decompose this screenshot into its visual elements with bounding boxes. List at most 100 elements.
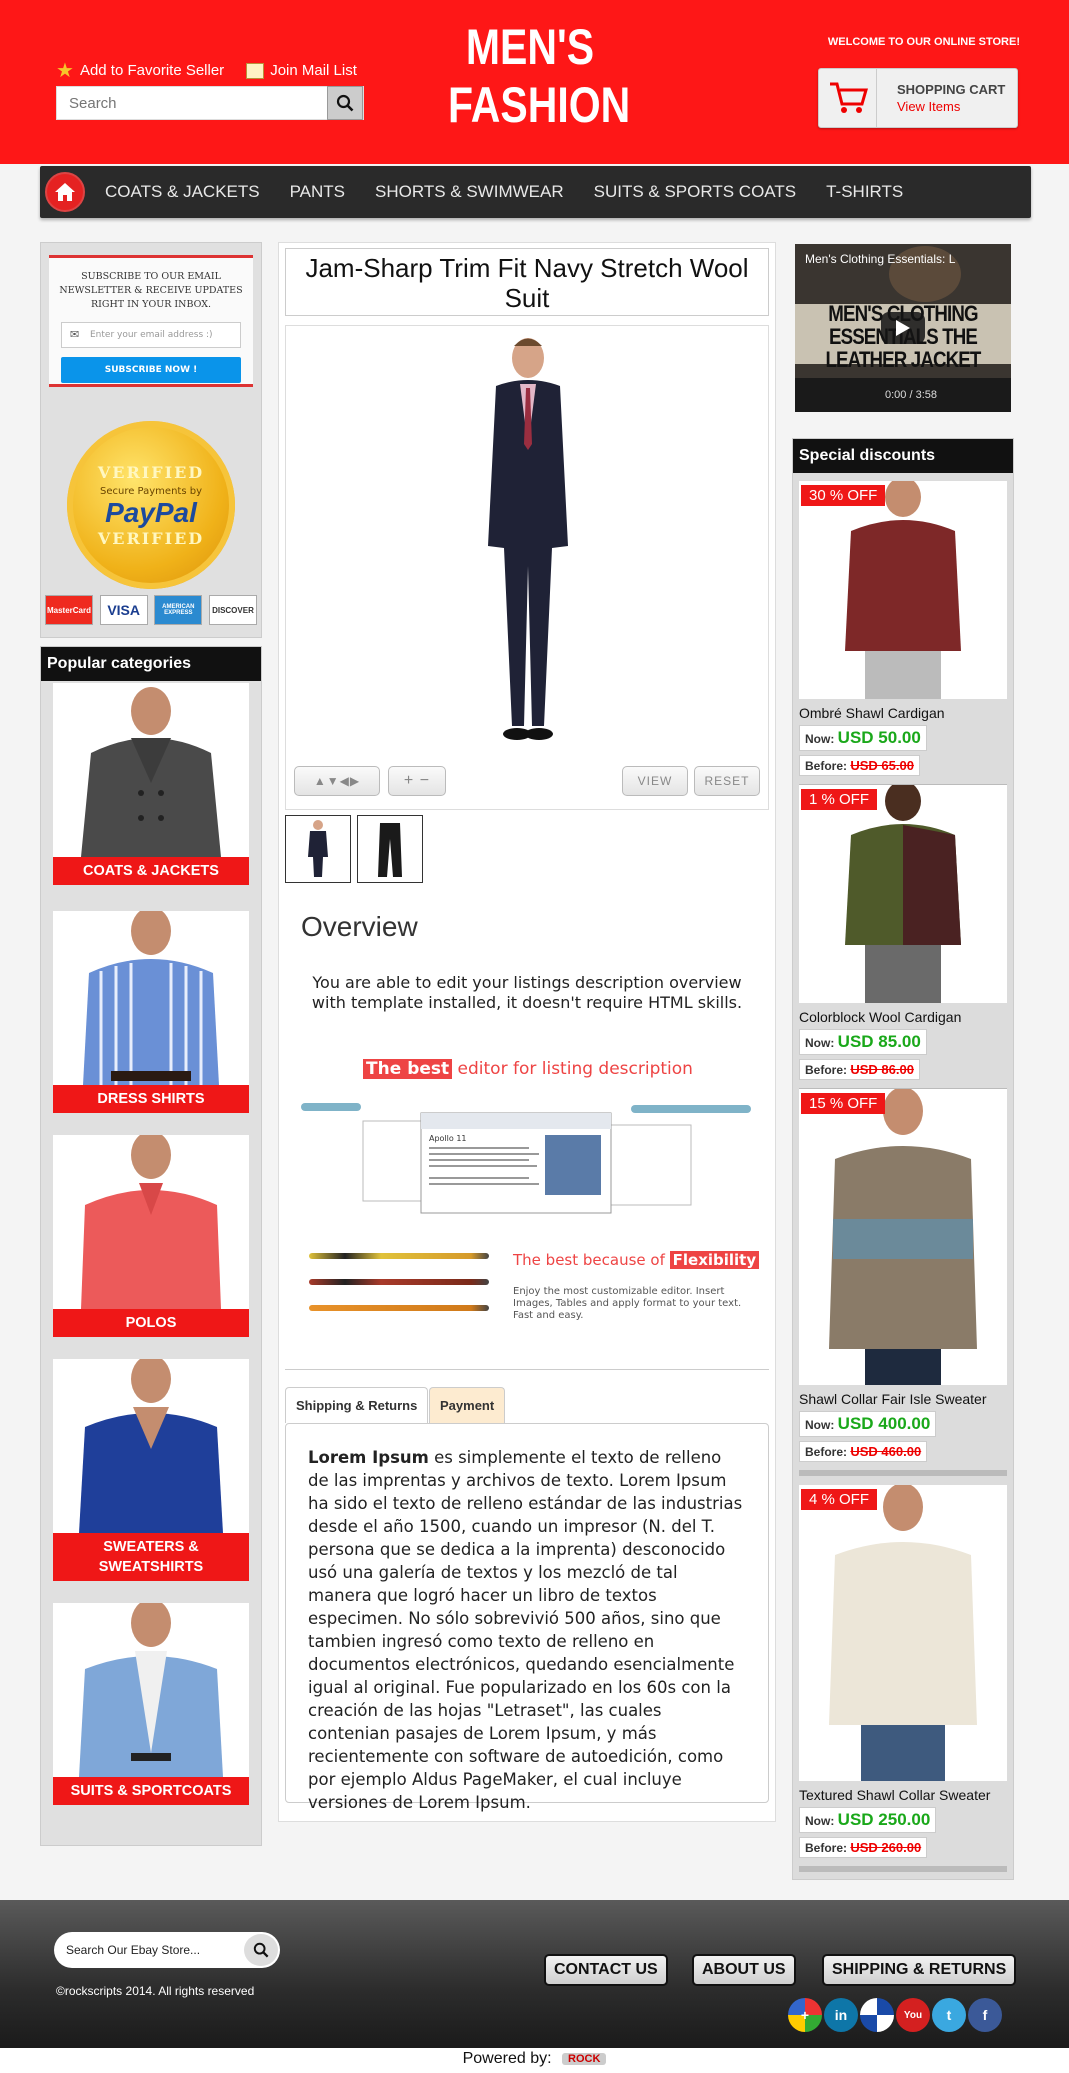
add-favorite-link[interactable]: ★ Add to Favorite Seller xyxy=(56,58,224,83)
price-before: Before: USD 86.00 xyxy=(799,1059,920,1080)
product-image xyxy=(488,338,568,740)
facebook-icon[interactable]: f xyxy=(968,1998,1002,2032)
home-button[interactable] xyxy=(45,172,85,212)
category-dress-shirts[interactable]: DRESS SHIRTS xyxy=(53,911,249,1113)
subscribe-button[interactable]: SUBSCRIBE NOW ! xyxy=(61,357,241,383)
flexibility-text: Enjoy the most customizable editor. Inse… xyxy=(513,1286,742,1321)
footer-search-placeholder: Search Our Ebay Store... xyxy=(66,1943,201,1957)
footer: Search Our Ebay Store... ©rockscripts 20… xyxy=(0,1900,1069,2050)
discount-badge: 15 % OFF xyxy=(801,1093,886,1114)
footer-search-button[interactable] xyxy=(244,1934,278,1966)
play-icon[interactable] xyxy=(881,312,925,344)
overview-heading: Overview xyxy=(301,911,418,942)
cart-title: SHOPPING CART xyxy=(897,82,1006,97)
ombre-cardigan-photo: 30 % OFF xyxy=(799,481,1007,699)
product-image-viewer[interactable]: ▲▼◀▶ + − VIEW RESET xyxy=(285,325,769,810)
view-button[interactable]: VIEW xyxy=(622,766,688,796)
search-icon xyxy=(253,1942,269,1958)
about-us-button[interactable]: ABOUT US xyxy=(692,1954,796,1986)
add-favorite-label: Add to Favorite Seller xyxy=(79,62,225,79)
category-polos[interactable]: POLOS xyxy=(53,1135,249,1337)
linkedin-icon[interactable]: in xyxy=(824,1998,858,2032)
mail-icon xyxy=(246,62,265,79)
popular-categories-title: Popular categories xyxy=(41,647,261,681)
powered-label: Powered by: xyxy=(462,2050,552,2067)
nav-coats-jackets[interactable]: COATS & JACKETS xyxy=(105,182,260,202)
before-price: USD 65.00 xyxy=(850,758,914,773)
pan-controls[interactable]: ▲▼◀▶ xyxy=(294,766,380,796)
category-label: POLOS xyxy=(53,1309,249,1337)
discount-item[interactable]: 30 % OFF Ombré Shawl Cardigan Now: USD 5… xyxy=(799,481,1007,790)
thumbnail-pants[interactable] xyxy=(357,815,423,883)
join-mail-link[interactable]: Join Mail List xyxy=(246,58,357,83)
before-price: USD 86.00 xyxy=(850,1062,914,1077)
nav-pants[interactable]: PANTS xyxy=(290,182,345,202)
seal-top-text: VERIFIED xyxy=(97,462,205,482)
tab-text-bold: Lorem Ipsum xyxy=(308,1448,429,1467)
now-label: Now: xyxy=(805,1418,835,1432)
tab-panel: Lorem Ipsum es simplemente el texto de r… xyxy=(285,1423,769,1812)
search-button[interactable] xyxy=(327,86,363,120)
now-price: USD 50.00 xyxy=(837,728,921,747)
now-price: USD 85.00 xyxy=(837,1032,921,1051)
category-suits-sportcoats[interactable]: SUITS & SPORTCOATS xyxy=(53,1603,249,1805)
search-input[interactable] xyxy=(57,87,327,119)
before-price: USD 460.00 xyxy=(850,1444,922,1459)
discount-badge: 30 % OFF xyxy=(801,485,886,506)
cart-view-items: View Items xyxy=(897,99,961,114)
shirt-photo xyxy=(53,911,249,1085)
shopping-cart-button[interactable]: SHOPPING CART View Items xyxy=(818,68,1018,128)
logo-line1: MEN'S xyxy=(465,19,595,75)
rock-logo[interactable]: ROCK xyxy=(562,2052,607,2065)
contact-us-button[interactable]: CONTACT US xyxy=(544,1954,668,1986)
polo-photo xyxy=(53,1135,249,1309)
thumbnail-suit[interactable] xyxy=(285,815,351,883)
newsletter-email-input[interactable]: Enter your email address :) xyxy=(61,322,241,348)
discount-item[interactable]: 15 % OFF Shawl Collar Fair Isle Sweater … xyxy=(799,1089,1007,1476)
powered-by: Powered by: ROCK xyxy=(0,2048,1069,2073)
discount-item[interactable]: 4 % OFF Textured Shawl Collar Sweater No… xyxy=(799,1485,1007,1872)
special-discounts-title: Special discounts xyxy=(793,439,1013,473)
category-coats-jackets[interactable]: COATS & JACKETS xyxy=(53,683,249,885)
discount-name: Colorblock Wool Cardigan xyxy=(799,1009,962,1025)
tab-text: es simplemente el texto de relleno de la… xyxy=(308,1448,743,1812)
overview-text: You are able to edit your listings descr… xyxy=(311,973,743,1012)
category-label: COATS & JACKETS xyxy=(53,857,249,885)
reset-button[interactable]: RESET xyxy=(694,766,760,796)
shipping-returns-button[interactable]: SHIPPING & RETURNS xyxy=(822,1954,1017,1986)
coat-photo xyxy=(53,683,249,857)
youtube-icon[interactable]: You xyxy=(896,1998,930,2032)
twitter-icon[interactable]: t xyxy=(932,1998,966,2032)
before-label: Before: xyxy=(805,1841,848,1855)
textured-sweater-photo: 4 % OFF xyxy=(799,1485,1007,1781)
delicious-icon[interactable] xyxy=(860,1998,894,2032)
video-player[interactable]: Men's Clothing Essentials: L MEN'S CLOTH… xyxy=(795,244,1011,412)
header: ★ Add to Favorite Seller Join Mail List … xyxy=(0,0,1069,164)
zoom-controls[interactable]: + − xyxy=(388,766,446,796)
price-before: Before: USD 260.00 xyxy=(799,1837,928,1858)
site-logo[interactable]: MEN'S FASHION xyxy=(448,18,630,134)
welcome-text: WELCOME TO OUR ONLINE STORE! xyxy=(827,36,1020,48)
seal-bottom-text: VERIFIED xyxy=(97,528,205,548)
price-before: Before: USD 65.00 xyxy=(799,755,920,776)
category-label: SWEATERS & SWEATSHIRTS xyxy=(53,1533,249,1581)
sportcoat-photo xyxy=(53,1603,249,1777)
nav-shorts-swimwear[interactable]: SHORTS & SWIMWEAR xyxy=(375,182,564,202)
category-sweaters-sweatshirts[interactable]: SWEATERS & SWEATSHIRTS xyxy=(53,1359,249,1581)
cart-icon xyxy=(819,69,877,127)
tab-shipping-returns[interactable]: Shipping & Returns xyxy=(285,1387,429,1423)
nav-t-shirts[interactable]: T-SHIRTS xyxy=(826,182,903,202)
product-title: Jam-Sharp Trim Fit Navy Stretch Wool Sui… xyxy=(285,248,769,316)
discover-icon: DISCOVER xyxy=(208,595,257,625)
now-label: Now: xyxy=(805,732,835,746)
amex-icon: AMERICAN EXPRESS xyxy=(154,595,203,625)
video-time: 0:00 / 3:58 xyxy=(885,389,937,401)
nav-suits-sports-coats[interactable]: SUITS & SPORTS COATS xyxy=(594,182,796,202)
footer-search-input[interactable]: Search Our Ebay Store... xyxy=(54,1932,280,1968)
special-discounts-panel: Special discounts 30 % OFF Ombré Shawl C… xyxy=(792,438,1014,1880)
main-nav: COATS & JACKETS PANTS SHORTS & SWIMWEAR … xyxy=(40,166,1031,218)
video-controls[interactable]: 0:00 / 3:58 xyxy=(795,378,1011,412)
tab-payment[interactable]: Payment xyxy=(429,1387,506,1423)
discount-item[interactable]: 1 % OFF Colorblock Wool Cardigan Now: US… xyxy=(799,785,1007,1094)
google-plus-icon[interactable]: + xyxy=(788,1998,822,2032)
